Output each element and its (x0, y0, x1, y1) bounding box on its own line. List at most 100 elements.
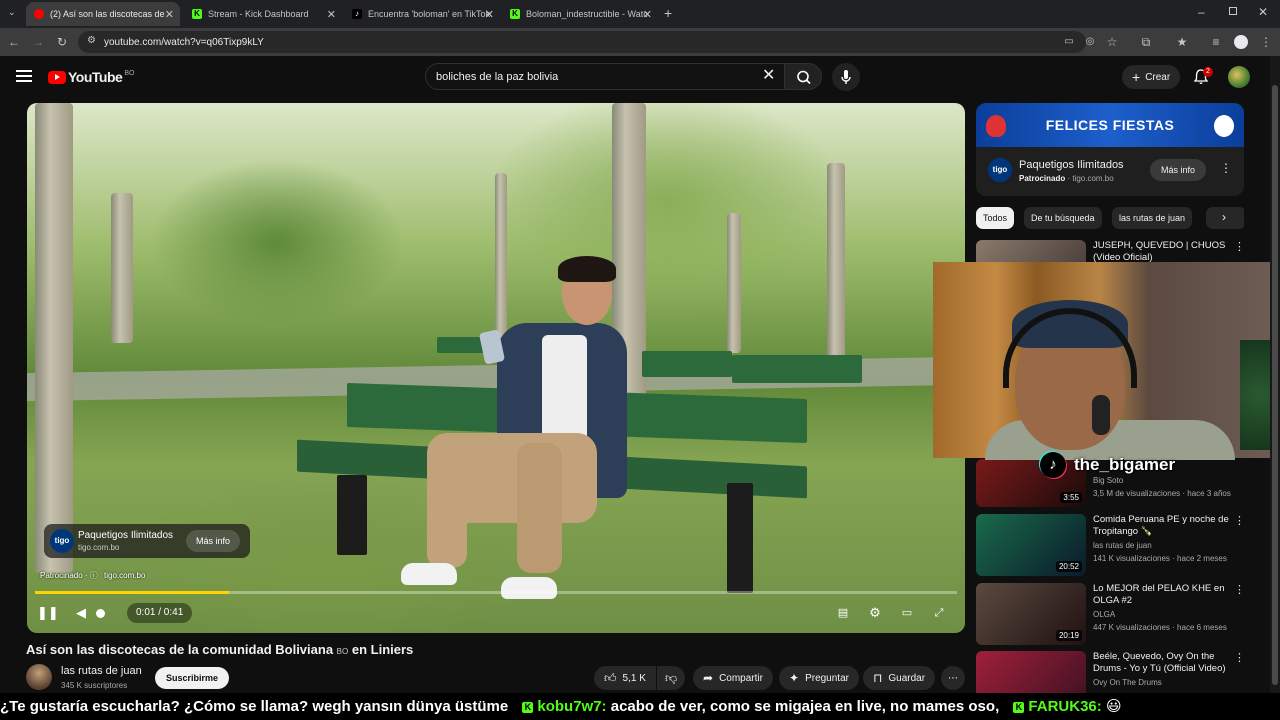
tab-list-dropdown-icon[interactable]: ⌄ (8, 7, 16, 18)
video-duration: 20:52 (1055, 561, 1082, 572)
reading-list-icon[interactable]: ≡ (1208, 34, 1224, 50)
create-button[interactable]: + Crear (1122, 65, 1181, 89)
search-button[interactable] (784, 63, 822, 90)
person-hair (558, 256, 616, 282)
progress-fill (35, 591, 229, 594)
channel-name[interactable]: las rutas de juan (61, 665, 142, 677)
clear-icon[interactable]: ✕ (762, 67, 775, 85)
close-icon[interactable]: ✕ (643, 8, 652, 21)
kebab-icon[interactable]: ⋮ (1234, 240, 1245, 253)
theater-icon[interactable]: ▭ (897, 603, 917, 623)
new-tab-icon[interactable]: + (664, 5, 672, 21)
subscribe-button[interactable]: Suscribirme (155, 667, 230, 689)
favorites-icon[interactable]: ★ (1174, 34, 1190, 50)
recommendation-channel[interactable]: OLGA (1093, 610, 1115, 619)
recommendation-title[interactable]: Beéle, Quevedo, Ovy On the Drums - Yo y … (1093, 651, 1233, 675)
pause-icon[interactable]: ❚❚ (37, 603, 59, 623)
bookmark-star-icon[interactable]: ☆ (1104, 34, 1120, 50)
tab-tiktok[interactable]: ♪ Encuentra 'boloman' en TikTok ✕ (344, 2, 500, 26)
tab-youtube[interactable]: (2) Así son las discotecas de ✕ (26, 2, 180, 26)
recommendation-item[interactable]: 20:52 Comida Peruana PE y noche de Tropi… (976, 514, 1245, 578)
progress-bar[interactable] (35, 591, 957, 594)
recommendation-title[interactable]: JUSEPH, QUEVEDO | CHUOS (Video Oficial) (1093, 240, 1233, 264)
browser-menu-icon[interactable]: ⋮ (1258, 34, 1274, 50)
kick-favicon-icon: K (510, 9, 520, 19)
volume-slider-handle[interactable] (96, 609, 105, 618)
save-label: Guardar (888, 672, 926, 684)
recommendation-channel[interactable]: las rutas de juan (1093, 541, 1152, 550)
eye-off-icon[interactable]: ◎ (1082, 34, 1098, 50)
youtube-logo[interactable]: YouTube BO (48, 69, 134, 85)
kebab-icon[interactable]: ⋮ (1234, 651, 1244, 664)
search-input[interactable]: boliches de la paz bolivia (425, 63, 785, 90)
save-icon: ⊓ (873, 671, 883, 685)
sidebar-more-info-button[interactable]: Más info (1150, 159, 1207, 181)
sidebar-ad-name: Paquetigos Ilimitados (1019, 159, 1124, 171)
close-icon[interactable]: ✕ (485, 8, 494, 21)
more-actions-button[interactable]: ⋯ (941, 666, 965, 690)
kebab-icon[interactable]: ⋮ (1220, 161, 1232, 175)
address-bar[interactable]: ⚙ youtube.com/watch?v=q06Tixp9kLY (78, 31, 1086, 53)
cast-icon[interactable]: ▭ (1061, 34, 1077, 50)
close-icon[interactable]: ✕ (327, 8, 336, 21)
volume-icon[interactable]: ◀ (71, 603, 91, 623)
chevron-right-icon[interactable]: › (1222, 210, 1226, 224)
chip-de-tu-busqueda[interactable]: De tu búsqueda (1024, 207, 1102, 229)
menu-icon[interactable] (16, 70, 32, 82)
kebab-icon[interactable]: ⋮ (1234, 583, 1245, 596)
recommendation-title[interactable]: Comida Peruana PE y noche de Tropitango … (1093, 514, 1233, 538)
sponsored-domain[interactable]: tigo.com.bo (104, 571, 145, 580)
player-ad-card[interactable]: tigo Paquetigos Ilimitados tigo.com.bo M… (44, 524, 250, 558)
recommendation-item[interactable]: Beéle, Quevedo, Ovy On the Drums - Yo y … (976, 651, 1244, 693)
scrollbar-thumb[interactable] (1272, 85, 1278, 685)
recommendation-channel[interactable]: Ovy On The Drums (1093, 678, 1162, 687)
video-thumbnail[interactable] (976, 651, 1086, 693)
sponsored-text: Patrocinado · ⓘ (40, 571, 98, 580)
extensions-icon[interactable]: ⧉ (1138, 34, 1154, 50)
dislike-button[interactable]: 👎︎ (657, 666, 685, 690)
kebab-icon[interactable]: ⋮ (1234, 514, 1245, 527)
filter-chips: Todos De tu búsqueda las rutas de juan (976, 207, 1244, 229)
like-button[interactable]: 👍︎ 5,1 K (594, 666, 656, 690)
video-thumbnail[interactable]: 20:19 (976, 583, 1086, 645)
sidebar-ad[interactable]: FELICES FIESTAS tigo Paquetigos Ilimitad… (976, 103, 1244, 196)
ask-label: Preguntar (805, 672, 849, 684)
close-icon[interactable]: ✕ (165, 8, 174, 21)
subscriber-count: 345 K suscriptores (61, 681, 128, 690)
ask-button[interactable]: ✦ Preguntar (779, 666, 859, 690)
ad-banner[interactable]: FELICES FIESTAS (976, 103, 1244, 147)
video-thumbnail[interactable]: 20:52 (976, 514, 1086, 576)
tab-kick-watch[interactable]: K Boloman_indestructible - Watc ✕ (502, 2, 658, 26)
profile-icon[interactable] (1234, 35, 1248, 49)
video-title-suffix: en Liniers (351, 642, 414, 657)
person-tshirt (542, 335, 587, 445)
restore-icon[interactable] (1229, 7, 1237, 15)
time-display: 0:01 / 0:41 (127, 603, 193, 623)
site-info-icon[interactable]: ⚙ (87, 35, 96, 46)
ad-more-info-button[interactable]: Más info (186, 530, 241, 552)
save-button[interactable]: ⊓ Guardar (863, 666, 936, 690)
chat-ticker: ¿Te gustaría escucharla? ¿Cómo se llama?… (0, 693, 1280, 720)
ticker-message: acabo de ver, como se migajea en live, n… (610, 698, 1000, 715)
search-value: boliches de la paz bolivia (436, 70, 559, 83)
recommendation-item[interactable]: 20:19 Lo MEJOR del PELAO KHE en OLGA #2 … (976, 583, 1245, 647)
bench-leg (337, 475, 367, 555)
window-close-icon[interactable]: ✕ (1258, 5, 1268, 19)
forward-icon[interactable]: → (30, 34, 46, 50)
tree-trunk (111, 193, 133, 343)
channel-avatar[interactable] (26, 664, 52, 690)
chip-todos[interactable]: Todos (976, 207, 1015, 229)
tab-kick-dashboard[interactable]: K Stream - Kick Dashboard ✕ (184, 2, 342, 26)
reload-icon[interactable]: ↻ (54, 34, 70, 50)
chip-las-rutas-de-juan[interactable]: las rutas de juan (1112, 207, 1193, 229)
fullscreen-icon[interactable]: ⤢ (929, 603, 949, 623)
recommendation-title[interactable]: Lo MEJOR del PELAO KHE en OLGA #2 (1093, 583, 1233, 607)
back-icon[interactable]: ← (6, 34, 22, 50)
share-button[interactable]: ➦ Compartir (693, 666, 773, 690)
ad-domain: tigo.com.bo (78, 543, 120, 552)
settings-icon[interactable]: ⚙ (865, 603, 885, 623)
account-avatar[interactable] (1228, 66, 1250, 88)
captions-icon[interactable]: ▤ (833, 603, 853, 623)
voice-search-button[interactable] (832, 63, 860, 91)
minimize-icon[interactable]: – (1198, 5, 1205, 19)
